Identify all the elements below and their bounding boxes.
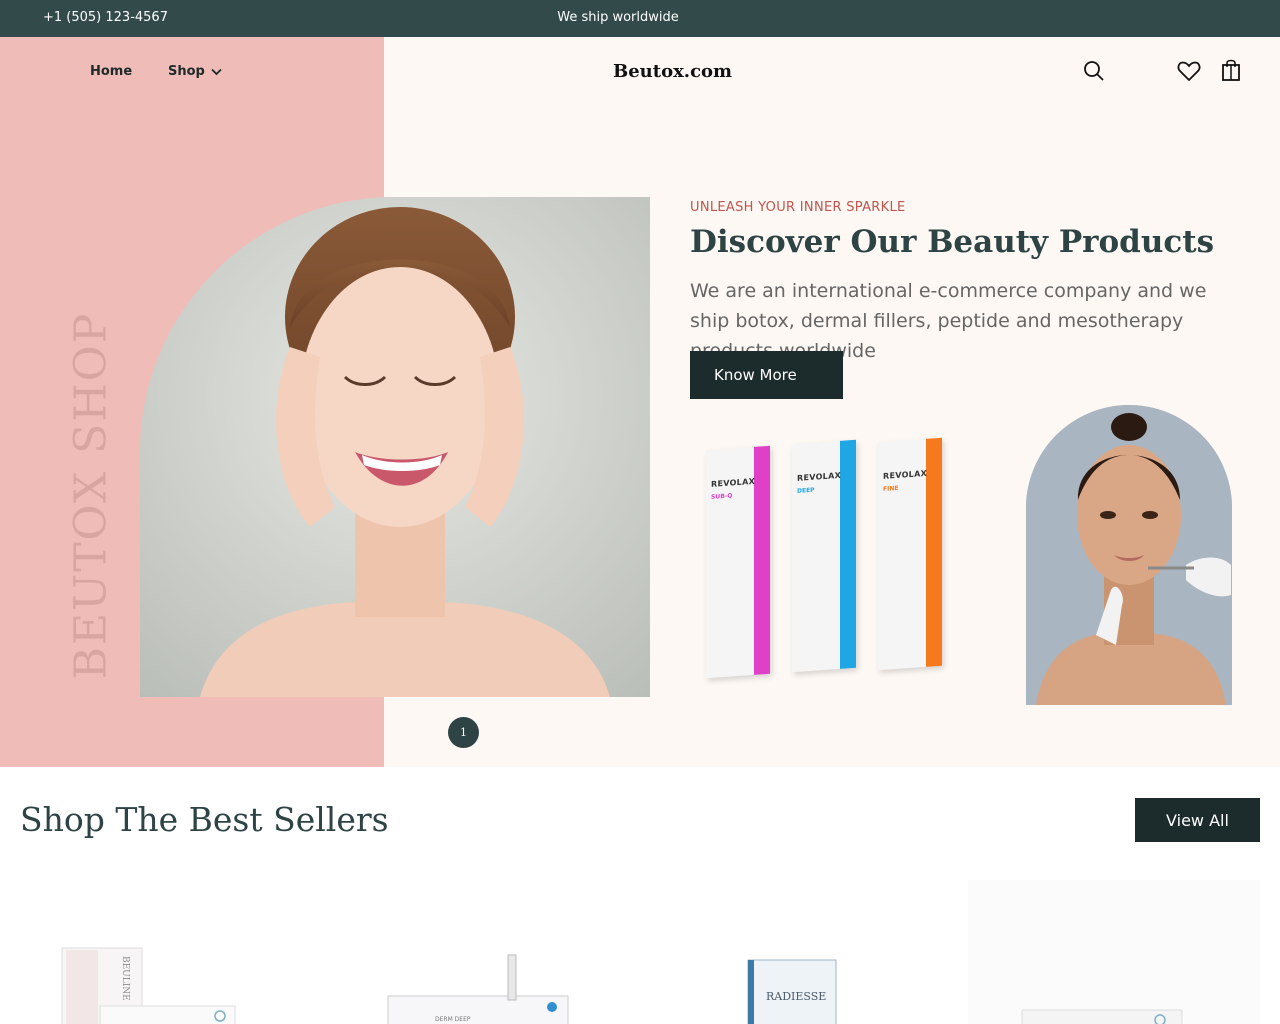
product-image-beuline: BEULINE [61, 947, 236, 1024]
shipping-announcement: We ship worldwide [557, 10, 679, 25]
wishlist-button[interactable] [1176, 58, 1202, 84]
beuline-label: BEULINE [120, 956, 130, 1001]
cart-button[interactable] [1218, 58, 1244, 84]
product-boxes-image: REVOLAX SUB-Q REVOLAX DEEP REVOLAX FINE [700, 430, 960, 690]
chevron-down-icon [211, 68, 222, 75]
box-variant-label: FINE [883, 484, 899, 493]
box-color-stripe [754, 445, 770, 675]
product-box-deep: REVOLAX DEEP [792, 439, 856, 673]
hero-woman-image [140, 197, 650, 697]
search-icon [1084, 61, 1104, 81]
derm-deep-label: DERM DEEP [435, 1016, 471, 1023]
product-card[interactable]: BEULINE [20, 880, 312, 1024]
shopping-bag-icon [1222, 59, 1240, 81]
hero-eyebrow: UNLEASH YOUR INNER SPARKLE [690, 200, 906, 215]
injection-model-image [1026, 405, 1232, 705]
product-box-subq: REVOLAX SUB-Q [706, 445, 770, 679]
product-box-fine: REVOLAX FINE [878, 437, 942, 671]
box-color-stripe [840, 439, 856, 669]
box-variant-label: SUB-Q [711, 492, 733, 501]
hero-headline: Discover Our Beauty Products [690, 224, 1215, 260]
product-image-radiesse: RADIESSE [747, 959, 837, 1024]
vertical-brand-label: BEUTOX SHOP [65, 311, 117, 679]
box-color-stripe [926, 437, 942, 667]
box-brand-label: REVOLAX [883, 468, 928, 481]
top-bar: +1 (505) 123-4567 We ship worldwide [0, 0, 1280, 37]
view-all-button[interactable]: View All [1135, 798, 1260, 842]
site-logo[interactable]: Beutox.com [613, 61, 732, 82]
heart-icon [1177, 61, 1201, 82]
vertical-brand-text: BEUTOX SHOP [36, 311, 146, 679]
box-variant-label: DEEP [797, 486, 815, 495]
best-sellers-title: Shop The Best Sellers [20, 800, 389, 839]
nav-shop-menu[interactable]: Shop [168, 64, 222, 79]
box-brand-label: REVOLAX [797, 470, 842, 483]
know-more-button[interactable]: Know More [690, 351, 843, 399]
product-image-derm-deep: DERM DEEP [387, 954, 569, 1024]
product-card[interactable] [968, 880, 1260, 1024]
radiesse-label: RADIESSE [766, 990, 826, 1003]
product-image-filler [1021, 1009, 1183, 1024]
nav-home-link[interactable]: Home [90, 64, 132, 79]
search-button[interactable] [1081, 58, 1107, 84]
best-sellers-grid: BEULINE DERM DEEP RADIESSE [0, 880, 1280, 1024]
product-card[interactable]: DERM DEEP [340, 880, 632, 1024]
nav-shop-label: Shop [168, 64, 205, 79]
box-brand-label: REVOLAX [711, 476, 756, 489]
product-card[interactable]: RADIESSE [660, 880, 952, 1024]
slider-page-indicator[interactable]: 1 [448, 717, 479, 748]
